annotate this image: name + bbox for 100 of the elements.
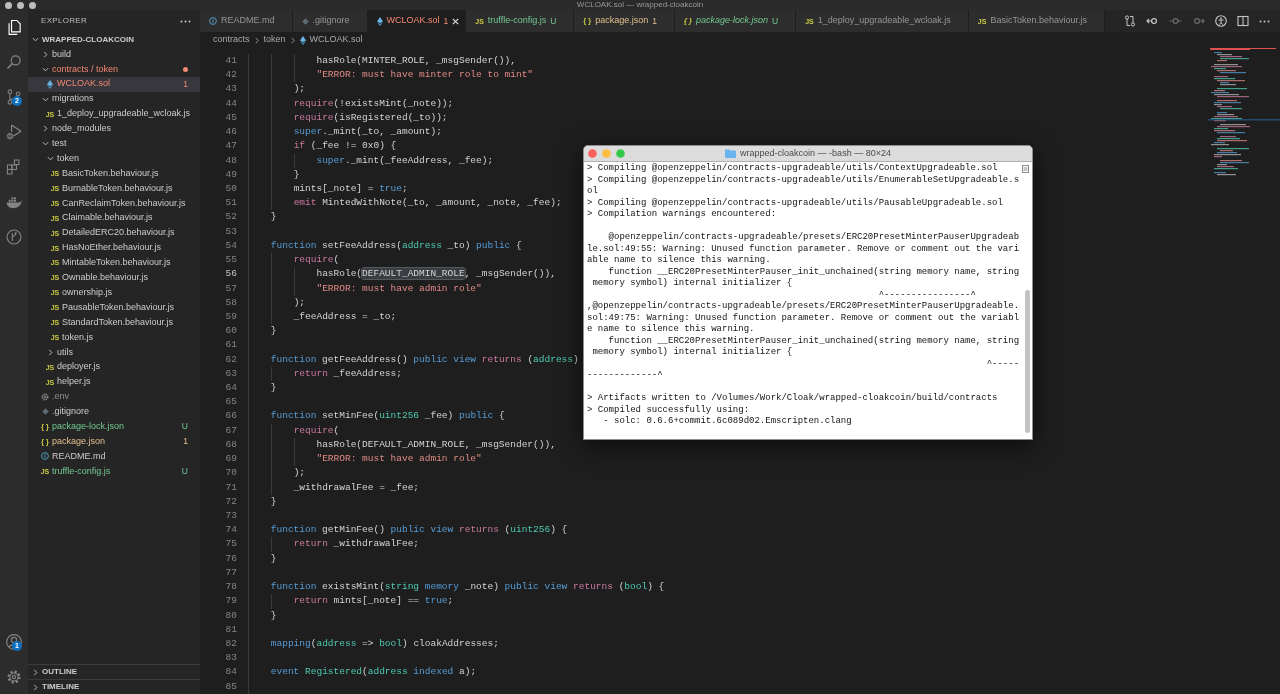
scrollbar-thumb[interactable] (1025, 290, 1030, 433)
code-line: ); (293, 295, 306, 310)
line-number: 58 (224, 295, 238, 310)
git-status: 1 (443, 14, 449, 28)
tree-item[interactable]: node_modules (28, 121, 200, 137)
line-number: 46 (224, 125, 238, 140)
git-status: U (181, 465, 188, 478)
line-number: 82 (224, 636, 238, 651)
branch-circle-icon[interactable] (5, 227, 23, 246)
window-title: wrapped-cloakcoin — -bash — 80×24 (740, 146, 891, 160)
breadcrumb[interactable]: contracts (213, 33, 250, 47)
circle-icon[interactable] (29, 1, 36, 9)
terminal-line: sol:49:75: Warning: Unused function parameter. Remove or comment out the variabl (587, 312, 1020, 324)
line-number: 48 (224, 153, 238, 168)
tree-item[interactable]: token (28, 151, 200, 167)
info-icon (41, 452, 49, 461)
code-line: function existsMint(string memory _note) public view returns (bool) { (270, 580, 665, 595)
line-number: 74 (224, 523, 238, 538)
terminal-line: @openzeppelin/contracts-upgradeable/presets/ERC20PresetMinterPauserUpgradeab (608, 232, 1020, 244)
git-status: 1 (183, 77, 188, 91)
code-line: } (270, 324, 277, 339)
search-icon[interactable] (5, 52, 23, 71)
line-number: 59 (224, 309, 238, 324)
line-number: 70 (224, 466, 238, 481)
section-header[interactable]: OUTLINE (28, 664, 200, 679)
line-number: 42 (224, 68, 238, 83)
line-number: 54 (224, 238, 238, 253)
editor-tab[interactable]: WCLOAK.sol 1 (367, 10, 467, 32)
close-icon[interactable] (452, 17, 460, 25)
editor-tab[interactable]: README.md (200, 10, 293, 32)
tree-item[interactable]: contracts / token (28, 61, 200, 77)
line-number: 53 (224, 224, 238, 239)
diamond-icon (301, 17, 309, 25)
editor-tab[interactable]: .gitignore (292, 10, 368, 32)
line-number: 55 (224, 253, 238, 268)
split-editor-icon[interactable] (1237, 15, 1249, 27)
line-number: 44 (224, 96, 238, 111)
terminal-line: - solc: 0.6.6+commit.6c089d02.Emscripten.clang (603, 416, 852, 428)
tree-item[interactable]: .env (28, 389, 200, 405)
dot-arrow-left-icon[interactable] (1146, 15, 1159, 27)
tree-item[interactable]: WCLOAK.sol 1 (28, 76, 200, 92)
code-line: hasRole(MINTER_ROLE, _msgSender()), (316, 54, 516, 68)
terminal-line: ^----- (986, 358, 1020, 370)
code-line: ); (293, 82, 306, 97)
line-number: 62 (224, 352, 238, 367)
terminal-line: ,@openzeppelin/contracts-upgradeable/presets/ERC20PresetMinterPauserUpgradeable. (587, 301, 1020, 313)
run-debug-icon[interactable] (5, 122, 23, 141)
line-number: 67 (224, 423, 238, 438)
folder-header[interactable]: WRAPPED-CLOAKCOIN (28, 32, 200, 47)
panel-title: EXPLORER (41, 15, 87, 27)
dot-arrow-right-icon[interactable] (1192, 15, 1205, 27)
gear-icon (41, 392, 49, 401)
circle-icon[interactable] (5, 1, 12, 9)
git-status: 1 (183, 435, 188, 448)
more-icon[interactable] (1259, 19, 1270, 23)
code-line: event Registered(address indexed a); (270, 665, 477, 680)
more-icon[interactable] (180, 19, 191, 23)
line-number: 61 (224, 338, 238, 353)
line-number: 47 (224, 139, 238, 154)
tree-item[interactable]: test (28, 136, 200, 152)
pane-icon[interactable] (1022, 165, 1029, 173)
line-number: 51 (224, 196, 238, 211)
line-number: 60 (224, 324, 238, 339)
files-icon[interactable] (5, 17, 23, 36)
tree-item[interactable]: migrations (28, 91, 200, 107)
window-title: WCLOAK.sol — wrapped-cloakcoin (576, 0, 704, 10)
git-status: U (772, 14, 779, 28)
breadcrumb[interactable]: token (263, 33, 286, 47)
line-number: 72 (224, 494, 238, 509)
git-status: U (181, 420, 188, 434)
tree-item[interactable]: .gitignore (28, 404, 200, 420)
source-control-icon[interactable] (5, 87, 23, 106)
line-number: 76 (224, 551, 238, 566)
code-line: } (270, 494, 277, 509)
code-line: function getMinFee() public view returns (uint256) { (270, 523, 568, 538)
diamond-icon (376, 16, 383, 26)
tree-item[interactable]: build (28, 47, 200, 62)
circle-icon[interactable] (17, 1, 24, 9)
code-line: _feeAddress = _to; (293, 309, 397, 324)
code-line: "ERROR: must have minter role to mint" (316, 68, 534, 83)
line-number: 57 (224, 281, 238, 296)
code-line: super._mint(_feeAddress, _fee); (316, 153, 494, 168)
code-line: require(isRegistered(_to)); (293, 110, 448, 125)
code-line: "ERROR: must have admin role" (316, 452, 482, 467)
tree-item[interactable]: README.md (28, 449, 200, 464)
terminal-line: function __ERC20PresetMinterPauser_init_unchained(string memory name, string (608, 335, 1020, 347)
line-number: 65 (224, 395, 238, 410)
tree-item[interactable]: utils (28, 344, 200, 360)
git-status: U (550, 14, 557, 28)
terminal-line: -------------^ (587, 370, 663, 382)
compare-changes-icon[interactable] (1124, 15, 1136, 27)
breadcrumb[interactable]: WCLOAK.sol (299, 33, 363, 47)
extensions-icon[interactable] (5, 157, 23, 176)
section-header[interactable]: TIMELINE (28, 679, 200, 694)
person-circle-icon[interactable] (1215, 15, 1227, 27)
code-line: mints[_note] = true; (293, 181, 408, 196)
code-line: function getFeeAddress() public view returns (address) (270, 352, 579, 367)
code-line: mapping(address => bool) cloakAddresses; (270, 636, 499, 651)
line-number: 75 (224, 537, 238, 552)
code-line: require(!existsMint(_note)); (293, 96, 454, 111)
